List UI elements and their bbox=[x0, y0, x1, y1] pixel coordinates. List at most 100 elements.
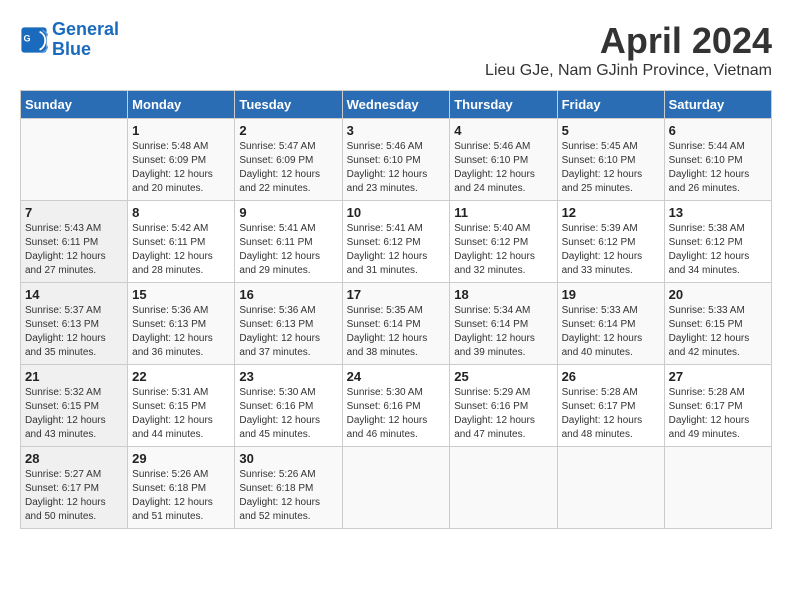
week-row-2: 7 Sunrise: 5:43 AM Sunset: 6:11 PM Daylig… bbox=[21, 201, 772, 283]
day-cell bbox=[664, 447, 771, 529]
day-number: 22 bbox=[132, 369, 230, 384]
page-header: G General Blue April 2024 Lieu GJe, Nam … bbox=[20, 20, 772, 80]
day-info: Sunrise: 5:47 AM Sunset: 6:09 PM Dayligh… bbox=[239, 140, 337, 196]
day-cell: 22 Sunrise: 5:31 AM Sunset: 6:15 PM Dayli… bbox=[128, 365, 235, 447]
day-number: 11 bbox=[454, 205, 552, 220]
day-number: 10 bbox=[347, 205, 446, 220]
day-number: 9 bbox=[239, 205, 337, 220]
logo-line1: General bbox=[52, 19, 119, 39]
day-number: 16 bbox=[239, 287, 337, 302]
day-number: 14 bbox=[25, 287, 123, 302]
day-info: Sunrise: 5:36 AM Sunset: 6:13 PM Dayligh… bbox=[132, 304, 230, 360]
day-number: 23 bbox=[239, 369, 337, 384]
day-number: 26 bbox=[562, 369, 660, 384]
day-number: 20 bbox=[669, 287, 767, 302]
day-info: Sunrise: 5:34 AM Sunset: 6:14 PM Dayligh… bbox=[454, 304, 552, 360]
day-number: 12 bbox=[562, 205, 660, 220]
day-info: Sunrise: 5:37 AM Sunset: 6:13 PM Dayligh… bbox=[25, 304, 123, 360]
calendar-subtitle: Lieu GJe, Nam GJinh Province, Vietnam bbox=[485, 62, 772, 80]
day-number: 8 bbox=[132, 205, 230, 220]
day-number: 27 bbox=[669, 369, 767, 384]
day-info: Sunrise: 5:30 AM Sunset: 6:16 PM Dayligh… bbox=[347, 386, 446, 442]
logo-icon: G bbox=[20, 26, 48, 54]
day-cell: 23 Sunrise: 5:30 AM Sunset: 6:16 PM Dayli… bbox=[235, 365, 342, 447]
calendar-table: SundayMondayTuesdayWednesdayThursdayFrid… bbox=[20, 90, 772, 529]
day-info: Sunrise: 5:28 AM Sunset: 6:17 PM Dayligh… bbox=[669, 386, 767, 442]
header-cell-monday: Monday bbox=[128, 91, 235, 119]
day-cell: 27 Sunrise: 5:28 AM Sunset: 6:17 PM Dayli… bbox=[664, 365, 771, 447]
day-info: Sunrise: 5:42 AM Sunset: 6:11 PM Dayligh… bbox=[132, 222, 230, 278]
day-number: 29 bbox=[132, 451, 230, 466]
logo: G General Blue bbox=[20, 20, 119, 60]
day-cell: 7 Sunrise: 5:43 AM Sunset: 6:11 PM Daylig… bbox=[21, 201, 128, 283]
calendar-header-row: SundayMondayTuesdayWednesdayThursdayFrid… bbox=[21, 91, 772, 119]
day-number: 30 bbox=[239, 451, 337, 466]
header-cell-thursday: Thursday bbox=[450, 91, 557, 119]
day-number: 6 bbox=[669, 123, 767, 138]
day-number: 5 bbox=[562, 123, 660, 138]
day-cell: 9 Sunrise: 5:41 AM Sunset: 6:11 PM Daylig… bbox=[235, 201, 342, 283]
calendar-body: 1 Sunrise: 5:48 AM Sunset: 6:09 PM Daylig… bbox=[21, 119, 772, 529]
day-info: Sunrise: 5:38 AM Sunset: 6:12 PM Dayligh… bbox=[669, 222, 767, 278]
header-cell-friday: Friday bbox=[557, 91, 664, 119]
day-info: Sunrise: 5:31 AM Sunset: 6:15 PM Dayligh… bbox=[132, 386, 230, 442]
day-cell: 30Sunrise: 5:26 AM Sunset: 6:18 PM Dayli… bbox=[235, 447, 342, 529]
day-number: 25 bbox=[454, 369, 552, 384]
day-cell bbox=[21, 119, 128, 201]
day-cell: 21Sunrise: 5:32 AM Sunset: 6:15 PM Dayli… bbox=[21, 365, 128, 447]
day-cell: 19Sunrise: 5:33 AM Sunset: 6:14 PM Dayli… bbox=[557, 283, 664, 365]
day-cell: 26 Sunrise: 5:28 AM Sunset: 6:17 PM Dayli… bbox=[557, 365, 664, 447]
day-info: Sunrise: 5:35 AM Sunset: 6:14 PM Dayligh… bbox=[347, 304, 446, 360]
header-cell-sunday: Sunday bbox=[21, 91, 128, 119]
day-info: Sunrise: 5:36 AM Sunset: 6:13 PM Dayligh… bbox=[239, 304, 337, 360]
day-info: Sunrise: 5:43 AM Sunset: 6:11 PM Dayligh… bbox=[25, 222, 123, 278]
day-cell: 13 Sunrise: 5:38 AM Sunset: 6:12 PM Dayli… bbox=[664, 201, 771, 283]
day-cell: 14 Sunrise: 5:37 AM Sunset: 6:13 PM Dayli… bbox=[21, 283, 128, 365]
day-info: Sunrise: 5:39 AM Sunset: 6:12 PM Dayligh… bbox=[562, 222, 660, 278]
day-number: 1 bbox=[132, 123, 230, 138]
day-cell bbox=[342, 447, 450, 529]
week-row-4: 21Sunrise: 5:32 AM Sunset: 6:15 PM Dayli… bbox=[21, 365, 772, 447]
day-cell: 5 Sunrise: 5:45 AM Sunset: 6:10 PM Daylig… bbox=[557, 119, 664, 201]
day-info: Sunrise: 5:30 AM Sunset: 6:16 PM Dayligh… bbox=[239, 386, 337, 442]
day-info: Sunrise: 5:27 AM Sunset: 6:17 PM Dayligh… bbox=[25, 468, 123, 524]
day-cell: 1 Sunrise: 5:48 AM Sunset: 6:09 PM Daylig… bbox=[128, 119, 235, 201]
day-cell bbox=[450, 447, 557, 529]
day-cell: 17 Sunrise: 5:35 AM Sunset: 6:14 PM Dayli… bbox=[342, 283, 450, 365]
day-number: 15 bbox=[132, 287, 230, 302]
day-info: Sunrise: 5:44 AM Sunset: 6:10 PM Dayligh… bbox=[669, 140, 767, 196]
day-number: 18 bbox=[454, 287, 552, 302]
day-info: Sunrise: 5:40 AM Sunset: 6:12 PM Dayligh… bbox=[454, 222, 552, 278]
day-info: Sunrise: 5:41 AM Sunset: 6:12 PM Dayligh… bbox=[347, 222, 446, 278]
day-info: Sunrise: 5:28 AM Sunset: 6:17 PM Dayligh… bbox=[562, 386, 660, 442]
day-info: Sunrise: 5:46 AM Sunset: 6:10 PM Dayligh… bbox=[347, 140, 446, 196]
title-section: April 2024 Lieu GJe, Nam GJinh Province,… bbox=[485, 20, 772, 80]
week-row-3: 14 Sunrise: 5:37 AM Sunset: 6:13 PM Dayli… bbox=[21, 283, 772, 365]
day-number: 2 bbox=[239, 123, 337, 138]
day-info: Sunrise: 5:29 AM Sunset: 6:16 PM Dayligh… bbox=[454, 386, 552, 442]
day-number: 24 bbox=[347, 369, 446, 384]
day-info: Sunrise: 5:41 AM Sunset: 6:11 PM Dayligh… bbox=[239, 222, 337, 278]
day-cell bbox=[557, 447, 664, 529]
day-cell: 4Sunrise: 5:46 AM Sunset: 6:10 PM Daylig… bbox=[450, 119, 557, 201]
day-info: Sunrise: 5:26 AM Sunset: 6:18 PM Dayligh… bbox=[132, 468, 230, 524]
day-info: Sunrise: 5:45 AM Sunset: 6:10 PM Dayligh… bbox=[562, 140, 660, 196]
day-cell: 10 Sunrise: 5:41 AM Sunset: 6:12 PM Dayli… bbox=[342, 201, 450, 283]
week-row-1: 1 Sunrise: 5:48 AM Sunset: 6:09 PM Daylig… bbox=[21, 119, 772, 201]
day-cell: 18 Sunrise: 5:34 AM Sunset: 6:14 PM Dayli… bbox=[450, 283, 557, 365]
logo-text: General Blue bbox=[52, 20, 119, 60]
day-info: Sunrise: 5:33 AM Sunset: 6:14 PM Dayligh… bbox=[562, 304, 660, 360]
day-cell: 16 Sunrise: 5:36 AM Sunset: 6:13 PM Dayli… bbox=[235, 283, 342, 365]
day-number: 17 bbox=[347, 287, 446, 302]
header-cell-wednesday: Wednesday bbox=[342, 91, 450, 119]
day-cell: 15 Sunrise: 5:36 AM Sunset: 6:13 PM Dayli… bbox=[128, 283, 235, 365]
day-cell: 8 Sunrise: 5:42 AM Sunset: 6:11 PM Daylig… bbox=[128, 201, 235, 283]
day-number: 4 bbox=[454, 123, 552, 138]
header-cell-tuesday: Tuesday bbox=[235, 91, 342, 119]
day-number: 13 bbox=[669, 205, 767, 220]
day-cell: 20Sunrise: 5:33 AM Sunset: 6:15 PM Dayli… bbox=[664, 283, 771, 365]
day-info: Sunrise: 5:48 AM Sunset: 6:09 PM Dayligh… bbox=[132, 140, 230, 196]
day-number: 7 bbox=[25, 205, 123, 220]
day-number: 3 bbox=[347, 123, 446, 138]
day-info: Sunrise: 5:32 AM Sunset: 6:15 PM Dayligh… bbox=[25, 386, 123, 442]
